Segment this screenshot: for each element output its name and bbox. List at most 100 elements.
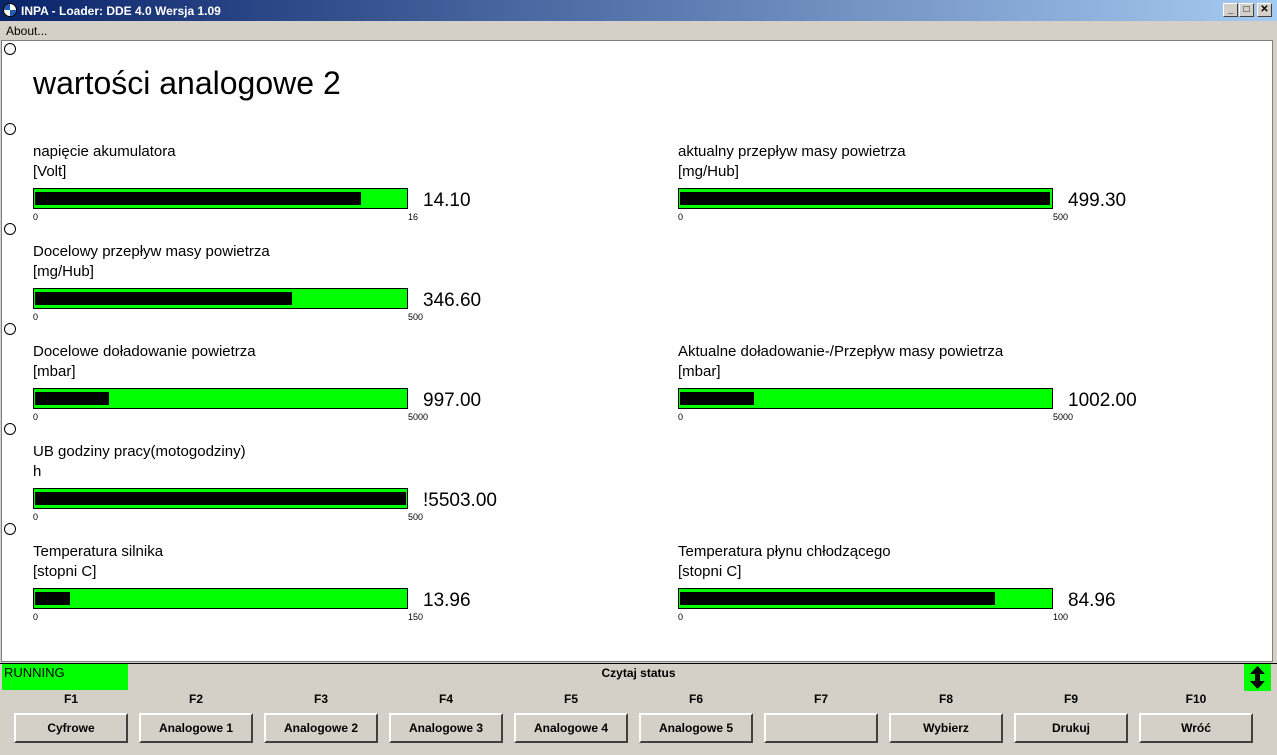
fkey-label-f2: F2	[188, 692, 203, 706]
drukuj-button[interactable]: Drukuj	[1014, 713, 1128, 743]
main-canvas: wartości analogowe 2 napięcie akumulator…	[1, 40, 1273, 662]
gauge-min: 0	[678, 612, 684, 622]
title-bar: INPA - Loader: DDE 4.0 Wersja 1.09 _ □ ✕	[0, 0, 1277, 21]
gauge-min: 0	[33, 612, 39, 622]
gauge-label: Temperatura silnika	[33, 543, 164, 560]
bmw-logo-icon	[3, 3, 17, 17]
fkey-label-f8: F8	[938, 692, 953, 706]
status-text: Czytaj status	[601, 666, 676, 680]
gauge-fill	[35, 392, 109, 405]
analogowe-3-button[interactable]: Analogowe 3	[389, 713, 503, 743]
gauge-max: 150	[408, 612, 424, 622]
gauge-bar	[678, 188, 1053, 209]
gauge-max: 500	[408, 312, 424, 322]
gauge-engine-temperature: Temperatura silnika [stopni C] 0 150 13.…	[33, 543, 553, 623]
gauge-max: 5000	[408, 412, 429, 422]
fkey-label-f10: F10	[1185, 692, 1207, 706]
maximize-button[interactable]: □	[1239, 3, 1254, 17]
wybierz-button[interactable]: Wybierz	[889, 713, 1003, 743]
gauge-fill	[35, 292, 292, 305]
gauge-bar	[33, 288, 408, 309]
scroll-toggle-button[interactable]	[1244, 664, 1271, 691]
gauge-unit: [mbar]	[678, 363, 721, 380]
gauge-bar	[678, 388, 1053, 409]
gauge-label: Docelowy przepływ masy powietrza	[33, 243, 270, 260]
gauge-max: 16	[408, 212, 419, 222]
wroc-button[interactable]: Wróć	[1139, 713, 1253, 743]
gauge-label: Docelowe doładowanie powietrza	[33, 343, 256, 360]
fkey-label-f4: F4	[438, 692, 453, 706]
gauge-value: 1002.00	[1068, 390, 1137, 411]
gauge-value: 13.96	[423, 590, 471, 611]
fkey-label-f1: F1	[63, 692, 78, 706]
gauge-unit: [mg/Hub]	[678, 163, 739, 180]
row-radio[interactable]	[4, 43, 16, 55]
fkey-label-f5: F5	[563, 692, 578, 706]
row-radio[interactable]	[4, 323, 16, 335]
gauge-bar	[33, 188, 408, 209]
gauge-actual-boost: Aktualne doładowanie-/Przepływ masy powi…	[678, 343, 1198, 423]
fkey-label-f9: F9	[1063, 692, 1078, 706]
minimize-button[interactable]: _	[1223, 3, 1238, 17]
gauge-max: 500	[408, 512, 424, 522]
gauge-fill	[35, 492, 406, 505]
gauge-unit: [mbar]	[33, 363, 76, 380]
gauge-label: Aktualne doładowanie-/Przepływ masy powi…	[678, 343, 1004, 360]
gauge-min: 0	[33, 212, 39, 222]
gauge-bar	[678, 588, 1053, 609]
gauge-fill	[680, 592, 995, 605]
fkey-label-f3: F3	[313, 692, 328, 706]
analogowe-4-button[interactable]: Analogowe 4	[514, 713, 628, 743]
gauge-target-air-mass: Docelowy przepływ masy powietrza [mg/Hub…	[33, 243, 553, 323]
gauge-unit: [stopni C]	[678, 563, 742, 580]
gauge-target-boost: Docelowe doładowanie powietrza [mbar] 0 …	[33, 343, 553, 423]
close-button[interactable]: ✕	[1257, 3, 1272, 17]
cyfrowe-button[interactable]: Cyfrowe	[14, 713, 128, 743]
gauge-label: napięcie akumulatora	[33, 143, 176, 160]
row-radio[interactable]	[4, 423, 16, 435]
gauge-fill	[680, 392, 754, 405]
gauge-value: 84.96	[1068, 590, 1116, 611]
analogowe-2-button[interactable]: Analogowe 2	[264, 713, 378, 743]
gauge-operating-hours: UB godziny pracy(motogodziny) h 0 500 !5…	[33, 443, 553, 523]
gauge-value: 346.60	[423, 290, 482, 311]
page-title: wartości analogowe 2	[33, 65, 341, 101]
gauge-battery-voltage: napięcie akumulatora [Volt] 0 16 14.10	[33, 143, 553, 223]
gauge-label: UB godziny pracy(motogodziny)	[33, 443, 246, 460]
gauge-unit: h	[33, 463, 42, 480]
gauge-min: 0	[678, 412, 684, 422]
gauge-coolant-temperature: Temperatura płynu chłodzącego [stopni C]…	[678, 543, 1198, 623]
gauge-min: 0	[33, 512, 39, 522]
gauge-fill	[35, 592, 70, 605]
row-radio[interactable]	[4, 123, 16, 135]
gauge-max: 5000	[1053, 412, 1074, 422]
menu-about[interactable]: About...	[6, 24, 47, 38]
f7-button[interactable]	[764, 713, 878, 743]
gauge-max: 100	[1053, 612, 1069, 622]
menu-bar: About...	[0, 21, 1277, 40]
analogowe-5-button[interactable]: Analogowe 5	[639, 713, 753, 743]
gauge-label: aktualny przepływ masy powietrza	[678, 143, 906, 160]
fkey-label-f6: F6	[688, 692, 703, 706]
gauge-value: 997.00	[423, 390, 482, 411]
gauge-unit: [mg/Hub]	[33, 263, 94, 280]
gauge-label: Temperatura płynu chłodzącego	[678, 543, 891, 560]
gauge-value: !5503.00	[423, 490, 497, 511]
gauge-value: 14.10	[423, 190, 471, 211]
gauge-fill	[680, 192, 1050, 205]
gauge-min: 0	[33, 412, 39, 422]
gauge-bar	[33, 488, 408, 509]
up-down-arrow-icon	[1250, 666, 1265, 689]
gauge-min: 0	[33, 312, 39, 322]
fkey-label-f7: F7	[813, 692, 828, 706]
gauge-fill	[35, 192, 361, 205]
row-radio[interactable]	[4, 223, 16, 235]
window-title: INPA - Loader: DDE 4.0 Wersja 1.09	[21, 4, 221, 18]
status-separator	[0, 663, 1277, 664]
gauge-min: 0	[678, 212, 684, 222]
gauge-value: 499.30	[1068, 190, 1127, 211]
gauge-unit: [stopni C]	[33, 563, 97, 580]
analogowe-1-button[interactable]: Analogowe 1	[139, 713, 253, 743]
row-radio[interactable]	[4, 523, 16, 535]
gauge-max: 500	[1053, 212, 1069, 222]
